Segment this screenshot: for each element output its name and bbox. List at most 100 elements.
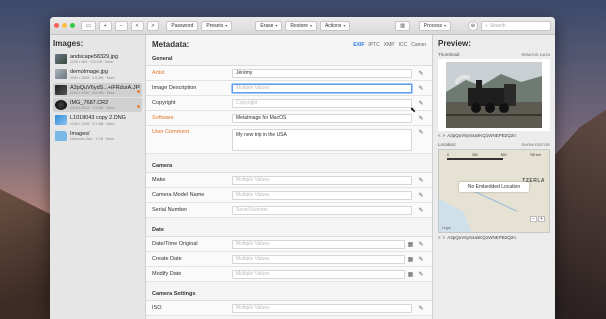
presets-button[interactable]: Presets ▾ [201,20,233,31]
field-row-create-date: Create Date Multiple Values ▦ ✎ [146,252,432,267]
image-thumbnail [55,54,67,65]
calendar-icon[interactable]: ▦ [407,256,414,263]
artist-field[interactable]: Jérémy [232,68,412,78]
field-row-iso: ISO Multiple Values ✎ [146,301,432,316]
settings-icon: ⊖ [470,22,476,29]
remove-data-button[interactable]: REMOVE DATA [521,52,550,57]
image-thumbnail [55,115,67,126]
back-button[interactable]: < [130,20,144,31]
modified-indicator [137,89,140,93]
date-original-field[interactable]: Multiple Values [232,239,405,249]
calendar-icon[interactable]: ▦ [407,271,414,278]
pencil-icon[interactable]: ✎ [416,177,426,184]
erase-button[interactable]: Erase ▾ [255,20,283,31]
image-list-item[interactable]: L1018043 copy 2.DNG 1296 x 1296 · 3.1 MB … [53,113,142,127]
copyright-field[interactable]: Copyright [232,98,412,108]
pencil-icon[interactable]: ✎ [416,256,426,263]
next-icon[interactable]: > [443,235,446,240]
software-field[interactable]: MetaImage for MacOS [232,113,412,123]
field-label: User Comment [152,129,189,135]
add-button[interactable]: + [98,20,112,31]
pencil-icon[interactable]: ✎ [416,70,426,77]
previous-icon[interactable]: < [438,235,441,240]
create-date-field[interactable]: Multiple Values [232,254,405,264]
close-window-button[interactable] [54,23,59,28]
forward-button[interactable]: > [146,20,160,31]
tab-exif[interactable]: EXIF [353,42,364,48]
folder-info: Unknown Size · 1 KB · More [70,136,115,141]
iso-field[interactable]: Multiple Values [232,303,412,313]
process-button[interactable]: Process ▾ [418,20,451,31]
sidebar-toggle-button[interactable]: ▭ [81,20,96,31]
no-location-badge: No Embedded Location [459,182,529,192]
user-comment-field[interactable]: My new trip in the USA [232,129,412,151]
tab-xmp[interactable]: XMP [384,42,395,48]
field-row-serial-number: Serial Number Serial Number ✎ [146,203,432,218]
search-input[interactable]: ⌕ Search [481,20,551,31]
location-map[interactable]: 0 250 500 750 km TZERLA No Embedded Loca… [438,149,550,233]
image-info: 6000 x 4000 · 8.6 MB · More [70,90,115,95]
password-button[interactable]: Password [166,20,199,31]
pencil-icon[interactable]: ✎ [416,129,426,136]
chevron-down-icon: ▾ [443,23,446,28]
pencil-icon[interactable]: ✎ [416,305,426,312]
toolbar: ▭ + − < > Password Presets ▾ Erase ▾ Resto… [50,17,555,35]
password-label: Password [171,22,194,29]
remove-button[interactable]: − [114,20,128,31]
calendar-icon[interactable]: ▦ [407,241,414,248]
restore-label: Restore [290,22,308,29]
image-list-item[interactable]: demoImage.jpg 4992 x 3328 · 2.5 MB · More [53,67,142,81]
image-list-item[interactable]: IMG_7687.CR2 4416 x 3312 · 7.6 MB · More [53,97,142,113]
map-legal-link[interactable]: Legal [442,226,451,230]
field-row-copyright: Copyright Copyright ✎ [146,96,432,111]
pencil-icon[interactable]: ✎ [416,192,426,199]
field-label: Modify Date [152,271,182,277]
thumbnail-filename: A3pQuV6yS4aiIKQ1WNEPB2Q2n [447,133,516,138]
maximize-window-button[interactable] [70,23,75,28]
field-label: Make [152,177,166,183]
folder-list-item[interactable]: Images/Unknown Size · 1 KB · More [53,129,142,143]
pencil-icon[interactable]: ✎ [416,241,426,248]
presets-label: Presets [206,22,224,29]
previous-icon[interactable]: < [438,133,441,138]
inspector-toggle-button[interactable]: ▥ [395,20,410,31]
show-editor-button[interactable]: SHOW EDITOR [521,142,550,147]
image-description-field[interactable]: Multiple Values [232,83,412,93]
field-row-software: Software MetaImage for MacOS ✎ [146,111,432,126]
metadata-title: Metadata: [152,40,190,49]
images-title: Images: [53,39,84,48]
field-row-artist: Artist Jérémy ✎ [146,66,432,81]
field-row-image-description: Image Description Multiple Values ✎ [146,81,432,96]
metadata-tabs: EXIF IPTC XMP ICC Canon [353,42,426,48]
tab-iptc[interactable]: IPTC [368,42,379,48]
image-thumbnail [55,69,67,80]
image-info: 1296 x 1296 · 3.1 MB · More [70,121,115,126]
settings-button[interactable]: ⊖ [468,20,478,31]
actions-button[interactable]: Actions ▾ [319,20,351,31]
field-label: ISO [152,305,162,311]
map-filename: A3pQuV6yS4aiIKQ1WNEPB2Q2n [447,235,516,240]
next-icon[interactable]: > [443,133,446,138]
tab-canon[interactable]: Canon [411,42,426,48]
make-field[interactable]: Multiple Values [232,175,412,185]
pencil-icon[interactable]: ✎ [416,271,426,278]
tab-icc[interactable]: ICC [399,42,408,48]
section-camera-settings: Camera Settings [146,286,432,301]
modify-date-field[interactable]: Multiple Values [232,269,405,279]
restore-button[interactable]: Restore ▾ [285,20,317,31]
preview-title: Preview: [438,39,471,48]
pencil-icon[interactable]: ✎ [416,207,426,214]
pencil-icon[interactable]: ✎ [416,115,426,122]
zoom-out-button[interactable]: − [530,216,537,222]
image-list-item[interactable]: andscape58329.jpg 1239 x 969 · 370 KB · M… [53,52,142,66]
zoom-in-button[interactable]: + [538,216,545,222]
pencil-icon[interactable]: ✎ [416,85,426,92]
section-camera: Camera [146,158,432,173]
serial-number-field[interactable]: Serial Number [232,205,412,215]
thumbnail-label: Thumbnail: [438,52,461,57]
camera-model-field[interactable]: Multiple Values [232,190,412,200]
minimize-window-button[interactable] [62,23,67,28]
image-thumbnail [55,84,67,95]
pencil-icon[interactable]: ✎ [416,100,426,107]
image-list-item[interactable]: A3pQuV6ydS...+iFRdurA.JPG 6000 x 4000 · 8… [53,82,142,97]
